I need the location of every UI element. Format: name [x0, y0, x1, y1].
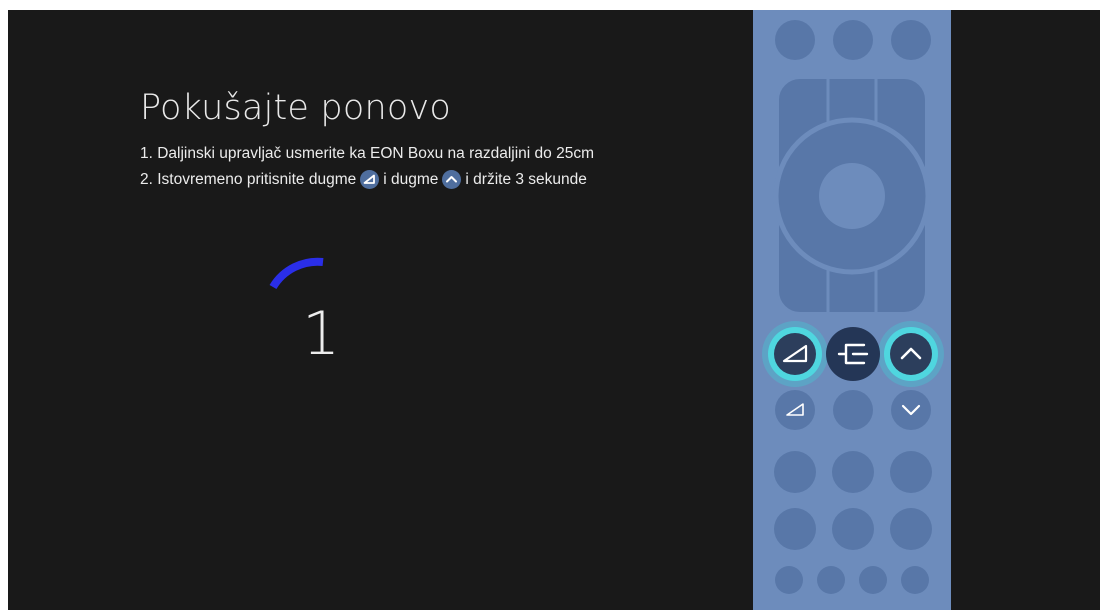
- remote-button: [775, 20, 815, 60]
- tv-screen: Pokušajte ponovo 1. Daljinski upravljač …: [8, 10, 1100, 610]
- countdown-number: 1: [302, 299, 341, 369]
- remote-button: [890, 508, 932, 550]
- instruction-text-2c: i držite 3 sekunde: [465, 170, 587, 188]
- page-title: Pokušajte ponovo: [140, 88, 451, 128]
- remote-button: [833, 20, 873, 60]
- remote-button: [774, 451, 816, 493]
- instruction-line-2: 2. Istovremeno pritisnite dugme i dugme …: [140, 170, 587, 189]
- remote-button: [832, 508, 874, 550]
- remote-ok-button: [819, 163, 885, 229]
- remote-button: [832, 451, 874, 493]
- remote-control-illustration: [753, 10, 951, 610]
- remote-button: [817, 566, 845, 594]
- instruction-text-2b: i dugme: [383, 170, 439, 188]
- volume-ramp-icon: [360, 170, 380, 189]
- remote-chevron-up-button: [890, 333, 932, 375]
- remote-button: [891, 390, 931, 430]
- remote-button: [775, 566, 803, 594]
- remote-button: [901, 566, 929, 594]
- instruction-text-2a: 2. Istovremeno pritisnite dugme: [140, 170, 357, 188]
- progress-arc: [269, 257, 324, 290]
- chevron-up-icon: [442, 170, 462, 189]
- instruction-line-1: 1. Daljinski upravljač usmerite ka EON B…: [140, 145, 594, 163]
- remote-button: [774, 508, 816, 550]
- remote-button: [833, 390, 873, 430]
- remote-button: [890, 451, 932, 493]
- instruction-text-1: 1. Daljinski upravljač usmerite ka EON B…: [140, 145, 595, 162]
- remote-button: [891, 20, 931, 60]
- remote-button: [859, 566, 887, 594]
